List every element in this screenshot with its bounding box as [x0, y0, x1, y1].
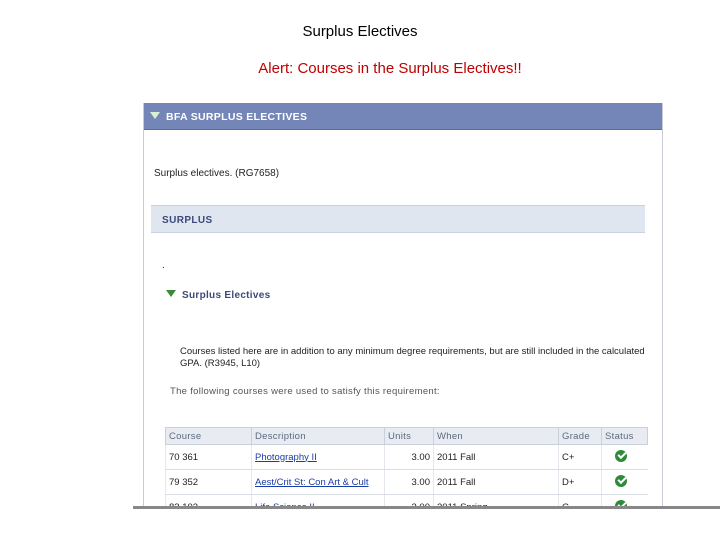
requirement-note: Courses listed here are in addition to a…	[180, 346, 645, 369]
subsection-title[interactable]: Surplus Electives	[182, 290, 270, 301]
status-cell	[601, 444, 648, 470]
course-term: 2011 Fall	[433, 444, 559, 470]
column-header-description: Description	[251, 427, 385, 445]
course-grade: C+	[558, 444, 602, 470]
course-number: 70 361	[165, 444, 252, 470]
banner-title: BFA SURPLUS ELECTIVES	[166, 111, 308, 123]
column-header-grade: Grade	[558, 427, 602, 445]
column-header-units: Units	[384, 427, 434, 445]
check-icon	[615, 449, 627, 462]
course-units: 3.00	[384, 444, 434, 470]
column-header-when: When	[433, 427, 559, 445]
course-grade: D+	[558, 469, 602, 495]
column-header-course: Course	[165, 427, 252, 445]
courses-table: Course Description Units When Grade Stat…	[165, 427, 648, 507]
course-description-link[interactable]: Aest/Crit St: Con Art & Cult	[251, 469, 385, 495]
collapse-triangle-icon[interactable]	[166, 290, 176, 297]
separator-dot: .	[162, 260, 165, 271]
bottom-divider	[133, 506, 720, 509]
check-icon	[615, 474, 627, 487]
course-number: 79 352	[165, 469, 252, 495]
report-screenshot: BFA SURPLUS ELECTIVES Surplus electives.…	[143, 103, 663, 507]
section-title: SURPLUS	[162, 215, 213, 226]
status-cell	[601, 469, 648, 495]
course-term: 2011 Fall	[433, 469, 559, 495]
table-row: 79 352 Aest/Crit St: Con Art & Cult 3.00…	[165, 469, 648, 495]
collapse-triangle-icon[interactable]	[150, 112, 160, 119]
report-banner[interactable]: BFA SURPLUS ELECTIVES	[144, 103, 662, 130]
requirement-text: Surplus electives. (RG7658)	[154, 168, 280, 179]
course-units: 3.00	[384, 469, 434, 495]
slide-title: Surplus Electives	[302, 23, 418, 40]
course-description-link[interactable]: Photography II	[251, 444, 385, 470]
following-courses-label: The following courses were used to satis…	[170, 386, 440, 397]
slide-alert: Alert: Courses in the Surplus Electives!…	[258, 60, 522, 77]
table-header-row: Course Description Units When Grade Stat…	[165, 427, 648, 445]
column-header-status: Status	[601, 427, 648, 445]
table-row: 70 361 Photography II 3.00 2011 Fall C+	[165, 444, 648, 470]
section-header: SURPLUS	[151, 205, 645, 233]
